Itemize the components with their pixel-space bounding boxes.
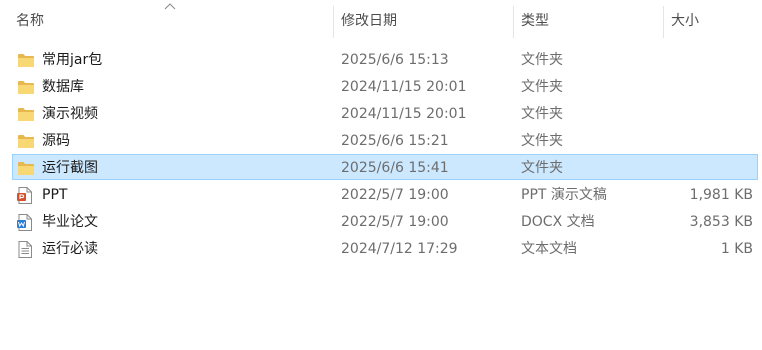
file-type: 文件夹	[521, 160, 563, 176]
file-type: 文本文档	[521, 241, 577, 257]
file-row-selected[interactable]: 运行截图 2025/6/6 15:41 文件夹	[12, 154, 758, 180]
column-header-bar: 名称 修改日期 类型 大小	[0, 0, 762, 40]
folder-icon	[17, 101, 35, 127]
file-modified: 2024/11/15 20:01	[341, 106, 467, 122]
folder-icon	[17, 155, 35, 181]
sort-ascending-icon	[164, 3, 176, 10]
file-row[interactable]: 数据库 2024/11/15 20:01 文件夹	[12, 73, 758, 99]
file-size: 1,981 KB	[689, 187, 753, 203]
file-name: PPT	[42, 187, 68, 203]
text-file-icon	[17, 236, 35, 262]
column-header-name[interactable]: 名称	[16, 0, 44, 40]
file-modified: 2022/5/7 19:00	[341, 187, 449, 203]
folder-icon	[17, 128, 35, 154]
file-row[interactable]: 常用jar包 2025/6/6 15:13 文件夹	[12, 46, 758, 72]
file-modified: 2024/11/15 20:01	[341, 79, 467, 95]
file-name: 演示视频	[42, 106, 98, 122]
file-row[interactable]: 毕业论文 2022/5/7 19:00 DOCX 文档 3,853 KB	[12, 208, 758, 234]
file-name: 毕业论文	[42, 214, 98, 230]
file-name: 运行截图	[42, 160, 98, 176]
file-modified: 2022/5/7 19:00	[341, 214, 449, 230]
word-file-icon	[17, 209, 35, 235]
file-row[interactable]: 演示视频 2024/11/15 20:01 文件夹	[12, 100, 758, 126]
file-type: 文件夹	[521, 79, 563, 95]
file-row[interactable]: 运行必读 2024/7/12 17:29 文本文档 1 KB	[12, 235, 758, 261]
file-type: 文件夹	[521, 133, 563, 149]
column-divider[interactable]	[333, 6, 334, 38]
folder-icon	[17, 74, 35, 100]
file-size: 3,853 KB	[689, 214, 753, 230]
file-type: PPT 演示文稿	[521, 187, 607, 203]
file-modified: 2024/7/12 17:29	[341, 241, 458, 257]
column-divider[interactable]	[663, 6, 664, 38]
file-name: 运行必读	[42, 241, 98, 257]
file-modified: 2025/6/6 15:21	[341, 133, 449, 149]
file-type: DOCX 文档	[521, 214, 595, 230]
file-name: 数据库	[42, 79, 84, 95]
powerpoint-file-icon	[17, 182, 35, 208]
file-row[interactable]: PPT 2022/5/7 19:00 PPT 演示文稿 1,981 KB	[12, 181, 758, 207]
column-header-modified[interactable]: 修改日期	[341, 0, 397, 40]
file-name: 常用jar包	[42, 52, 103, 68]
column-header-size[interactable]: 大小	[671, 0, 699, 40]
file-row[interactable]: 源码 2025/6/6 15:21 文件夹	[12, 127, 758, 153]
column-header-type[interactable]: 类型	[521, 0, 549, 40]
file-modified: 2025/6/6 15:13	[341, 52, 449, 68]
folder-icon	[17, 47, 35, 73]
column-divider[interactable]	[513, 6, 514, 38]
file-name: 源码	[42, 133, 70, 149]
file-modified: 2025/6/6 15:41	[341, 160, 449, 176]
file-type: 文件夹	[521, 52, 563, 68]
file-size: 1 KB	[720, 241, 753, 257]
file-type: 文件夹	[521, 106, 563, 122]
